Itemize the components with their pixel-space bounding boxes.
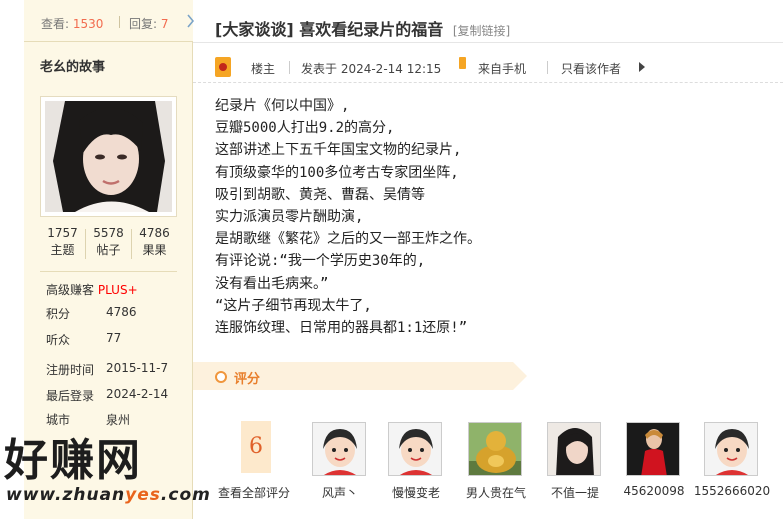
author-avatar[interactable] [40, 96, 177, 217]
author-name[interactable]: 老幺的故事 [40, 56, 105, 75]
view-all-ratings-link[interactable]: 查看全部评分 [218, 484, 290, 501]
meta-divider [547, 61, 548, 74]
default-avatar-icon[interactable] [388, 422, 442, 476]
rating-count: 6 [241, 421, 271, 473]
threads-value: 1757 [47, 226, 78, 240]
user-group-label: 高级赚客 PLUS+ [46, 281, 138, 298]
mobile-icon [459, 57, 466, 69]
register-value: 2015-11-7 [106, 361, 169, 375]
woman-red-dress-avatar-icon[interactable] [626, 422, 680, 476]
author-sidebar: 查看: 1530 回复: 7 老幺的故事 1757 主题 5578 帖子 4786 果… [0, 0, 210, 519]
thread-stats: 查看: 1530 回复: 7 [24, 0, 193, 42]
divider [40, 271, 177, 272]
plus-badge[interactable]: PLUS+ [98, 283, 138, 297]
rater[interactable]: 慢慢变老 [388, 422, 444, 500]
author-avatar-image [45, 101, 172, 212]
content-line: “这片子细节再现太牛了, [215, 297, 372, 314]
posts-count[interactable]: 5578 帖子 [86, 225, 131, 259]
listeners-value: 77 [106, 331, 122, 345]
stats-divider [119, 16, 120, 28]
post-main: [大家谈谈] 喜欢看纪录片的福音 [复制链接] 楼主 发表于 2024-2-14… [193, 0, 783, 519]
online-status-icon [215, 57, 231, 77]
city-value: 泉州 [106, 413, 131, 427]
content-line: 有评论说:“我一个学历史30年的, [215, 253, 426, 270]
posts-value: 5578 [93, 226, 124, 240]
threads-count[interactable]: 1757 主题 [40, 225, 85, 259]
rater[interactable]: 不值一提 [547, 422, 603, 500]
watermark-url-part: www.zhuan [6, 485, 126, 505]
content-line: 实力派演员零片酬助演, [215, 209, 364, 226]
user-group-text: 高级赚客 [46, 283, 95, 297]
last-login-label: 最后登录 [46, 389, 95, 403]
floor-label: 楼主 [251, 62, 276, 76]
listeners-label: 听众 [46, 333, 71, 347]
default-avatar-icon[interactable] [312, 422, 366, 476]
default-avatar-icon[interactable] [704, 422, 758, 476]
fruits-count[interactable]: 4786 果果 [132, 225, 177, 259]
content-line: 这部讲述上下五千年国宝文物的纪录片, [215, 142, 462, 159]
content-line: 纪录片《何以中国》, [215, 98, 350, 114]
forum-type-link[interactable]: [大家谈谈] [215, 20, 294, 39]
views-count: 1530 [72, 17, 104, 31]
points-label: 积分 [46, 307, 71, 321]
buddha-avatar-icon[interactable] [468, 422, 522, 476]
only-author-link[interactable]: 只看该作者 [561, 60, 621, 77]
post-source: 来自手机 [478, 62, 527, 76]
rating-label: 评分 [234, 372, 261, 387]
rating-header: 评分 [193, 362, 527, 390]
thread-title-text: 喜欢看纪录片的福音 [299, 20, 444, 39]
views-stat: 查看: 1530 [41, 15, 103, 32]
content-line: 有顶级豪华的100多位考古专家团坐阵, [215, 164, 459, 181]
replies-count: 7 [160, 17, 169, 31]
rater[interactable]: 45620098 [623, 422, 685, 498]
posts-label: 帖子 [96, 243, 121, 257]
play-arrow-icon[interactable] [639, 62, 645, 72]
content-line: 没有看出毛病来。” [215, 275, 329, 292]
rating-circle-icon [215, 371, 227, 383]
thread-title: [大家谈谈] 喜欢看纪录片的福音 [复制链接] [215, 16, 510, 40]
rater[interactable]: 1552666020 [694, 422, 770, 498]
rater-name[interactable]: 1552666020 [684, 484, 780, 498]
points-value: 4786 [106, 305, 137, 319]
watermark-url: www.zhuanyes.com [6, 485, 211, 505]
register-label: 注册时间 [46, 363, 95, 377]
content-line: 是胡歌继《繁花》之后的又一部王炸之作。 [215, 231, 481, 248]
copy-link-button[interactable]: [复制链接] [453, 24, 510, 38]
city-label: 城市 [46, 413, 71, 427]
watermark-url-part: yes [125, 485, 161, 505]
post-content: 纪录片《何以中国》, 豆瓣5000人打出9.2的高分, 这部讲述上下五千年国宝文… [215, 95, 755, 339]
last-login-value: 2024-2-14 [106, 387, 169, 401]
woman-avatar-icon[interactable] [547, 422, 601, 476]
divider [193, 42, 783, 43]
site-watermark: 好赚网 www.zhuanyes.com [0, 432, 210, 519]
fruits-label: 果果 [142, 243, 167, 257]
post-time: 发表于 2024-2-14 12:15 [301, 62, 442, 76]
divider [193, 82, 783, 83]
content-line: 吸引到胡歌、黄尧、曹磊、吴倩等 [215, 186, 425, 203]
watermark-logo-text: 好赚网 [4, 435, 142, 486]
replies-stat: 回复: 7 [129, 15, 169, 32]
post-meta: 楼主 发表于 2024-2-14 12:15 来自手机 只看该作者 [215, 57, 775, 79]
content-line: 连服饰纹理、日常用的器具都1:1还原!” [215, 320, 468, 337]
author-counts: 1757 主题 5578 帖子 4786 果果 [40, 225, 177, 267]
meta-divider [289, 61, 290, 74]
replies-label: 回复: [129, 17, 158, 31]
rater[interactable]: 风声丶 [312, 422, 368, 500]
views-label: 查看: [41, 17, 70, 31]
rater[interactable]: 男人贵在气 [466, 422, 526, 500]
threads-label: 主题 [50, 243, 75, 257]
fruits-value: 4786 [139, 226, 170, 240]
content-line: 豆瓣5000人打出9.2的高分, [215, 120, 395, 137]
